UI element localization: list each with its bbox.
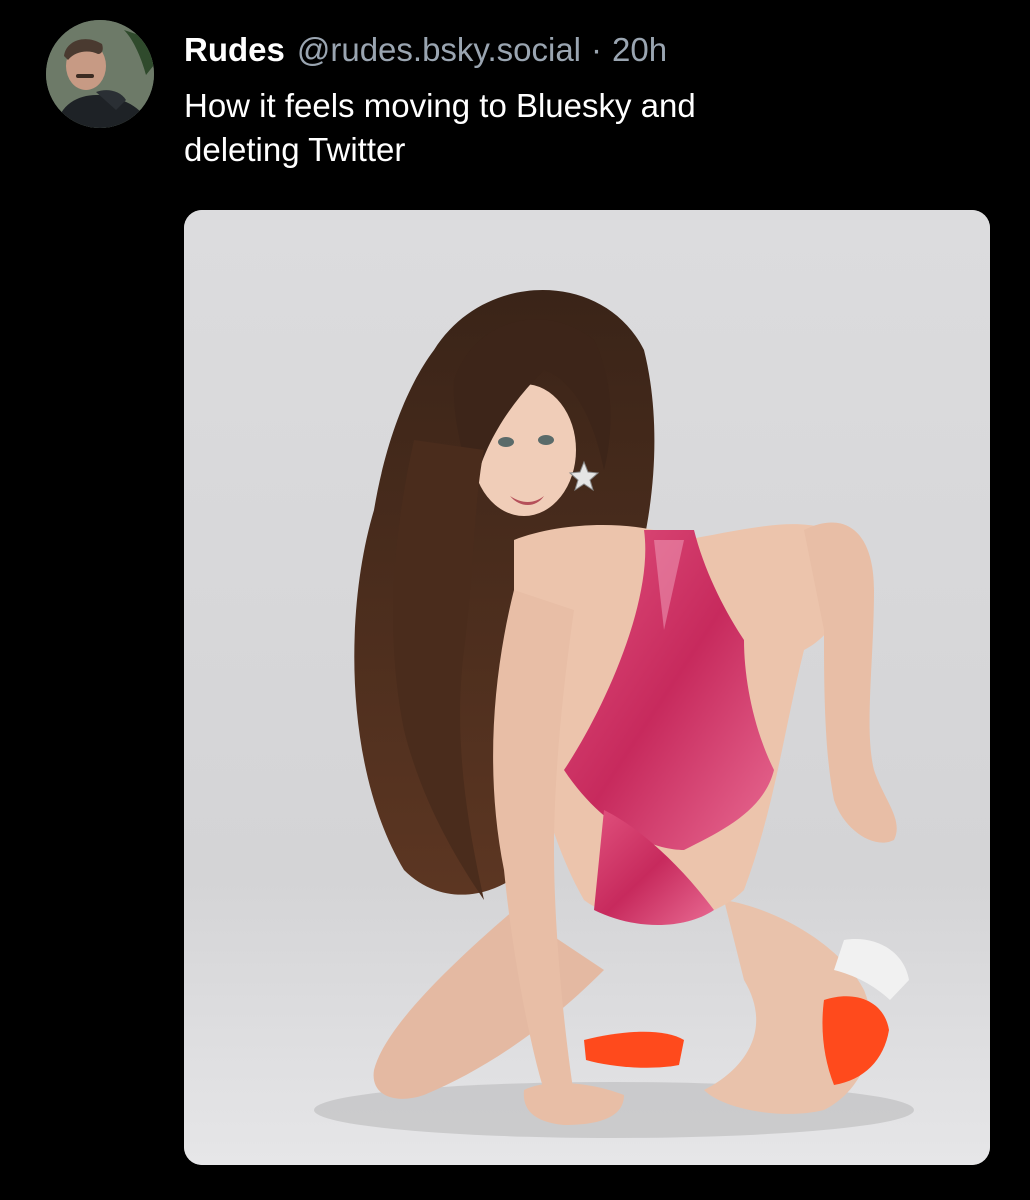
post-text: How it feels moving to Bluesky and delet… <box>184 84 964 172</box>
post-text-line: How it feels moving to Bluesky and <box>184 87 696 124</box>
author-display-name[interactable]: Rudes <box>184 28 285 72</box>
user-avatar-icon <box>46 20 154 128</box>
post-text-line: deleting Twitter <box>184 131 406 168</box>
post-header: Rudes @rudes.bsky.social · 20h <box>184 28 667 72</box>
author-handle[interactable]: @rudes.bsky.social <box>297 28 581 72</box>
header-separator: · <box>591 31 603 68</box>
post-image[interactable] <box>184 210 990 1165</box>
author-avatar[interactable] <box>46 20 154 128</box>
post-card[interactable]: Rudes @rudes.bsky.social · 20h How it fe… <box>0 0 1030 1200</box>
photo-woman-pink-swimsuit-icon <box>184 210 990 1165</box>
post-timestamp[interactable]: 20h <box>612 28 667 72</box>
